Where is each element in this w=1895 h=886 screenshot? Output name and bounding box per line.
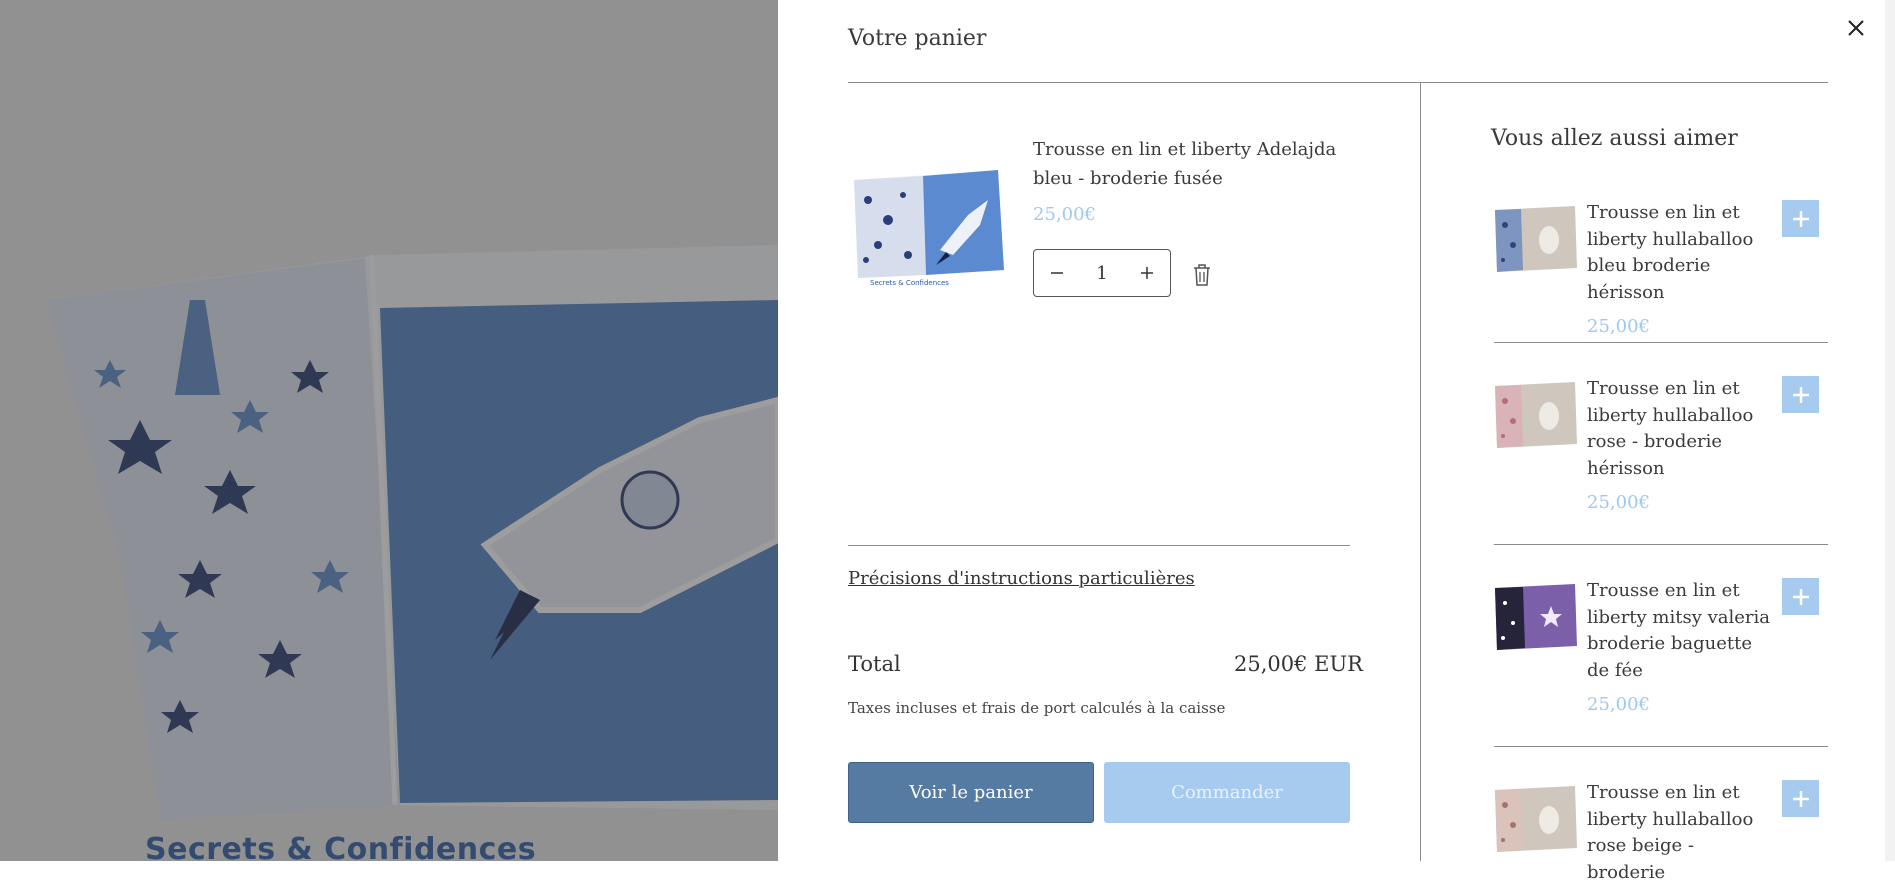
plus-icon — [1141, 267, 1153, 279]
plus-icon — [1792, 210, 1809, 227]
quantity-input[interactable]: 1 — [1082, 263, 1122, 284]
close-icon — [1848, 20, 1864, 36]
cart-item-title[interactable]: Trousse en lin et liberty Adelajda bleu … — [1033, 135, 1353, 193]
recommendation-divider — [1494, 746, 1828, 747]
recommendation-price: 25,00€ — [1587, 492, 1650, 513]
quantity-stepper: 1 — [1033, 249, 1171, 297]
increase-quantity-button[interactable] — [1136, 262, 1158, 284]
close-button[interactable] — [1842, 14, 1870, 42]
recommendation-divider — [1494, 342, 1828, 343]
plus-icon — [1792, 588, 1809, 605]
recommendation-price: 25,00€ — [1587, 694, 1650, 715]
recommendation-image[interactable] — [1491, 200, 1579, 280]
recommendation-price: 25,00€ — [1587, 316, 1650, 337]
tax-note: Taxes incluses et frais de port calculés… — [848, 699, 1226, 717]
total-value: 25,00€ EUR — [1234, 652, 1363, 676]
view-cart-button[interactable]: Voir le panier — [848, 762, 1094, 823]
column-divider — [1420, 83, 1421, 861]
header-divider — [848, 82, 1828, 83]
footer-divider — [848, 545, 1350, 546]
recommendation-divider — [1494, 544, 1828, 545]
recommendation-image[interactable] — [1491, 376, 1579, 456]
total-label: Total — [848, 652, 901, 676]
recommendation-image[interactable] — [1491, 780, 1579, 860]
add-to-cart-button[interactable] — [1782, 780, 1819, 817]
cart-title: Votre panier — [848, 26, 987, 51]
cart-item-image[interactable]: Secrets & Confidences — [848, 160, 1008, 290]
checkout-button[interactable]: Commander — [1104, 762, 1350, 823]
plus-icon — [1792, 790, 1809, 807]
add-to-cart-button[interactable] — [1782, 376, 1819, 413]
decrease-quantity-button[interactable] — [1046, 262, 1068, 284]
scrollbar-track[interactable] — [1885, 0, 1895, 861]
plus-icon — [1792, 386, 1809, 403]
minus-icon — [1051, 272, 1063, 274]
recommendation-image[interactable] — [1491, 578, 1579, 658]
product-page-background: Secrets & Confidences — [0, 0, 778, 861]
recommendation-title[interactable]: Trousse en lin et liberty hullaballoo ro… — [1587, 376, 1777, 482]
add-to-cart-button[interactable] — [1782, 200, 1819, 237]
recommendation-title[interactable]: Trousse en lin et liberty hullaballoo bl… — [1587, 200, 1777, 306]
cart-item-price: 25,00€ — [1033, 204, 1096, 225]
add-to-cart-button[interactable] — [1782, 578, 1819, 615]
trash-icon — [1194, 264, 1210, 286]
recommendations-title: Vous allez aussi aimer — [1491, 126, 1738, 151]
recommendation-title[interactable]: Trousse en lin et liberty mitsy valeria … — [1587, 578, 1777, 684]
svg-text:Secrets & Confidences: Secrets & Confidences — [870, 279, 949, 287]
recommendation-title[interactable]: Trousse en lin et liberty hullaballoo ro… — [1587, 780, 1777, 886]
dim-overlay[interactable] — [0, 0, 778, 861]
remove-item-button[interactable] — [1191, 263, 1213, 287]
special-instructions-link[interactable]: Précisions d'instructions particulières — [848, 568, 1195, 589]
